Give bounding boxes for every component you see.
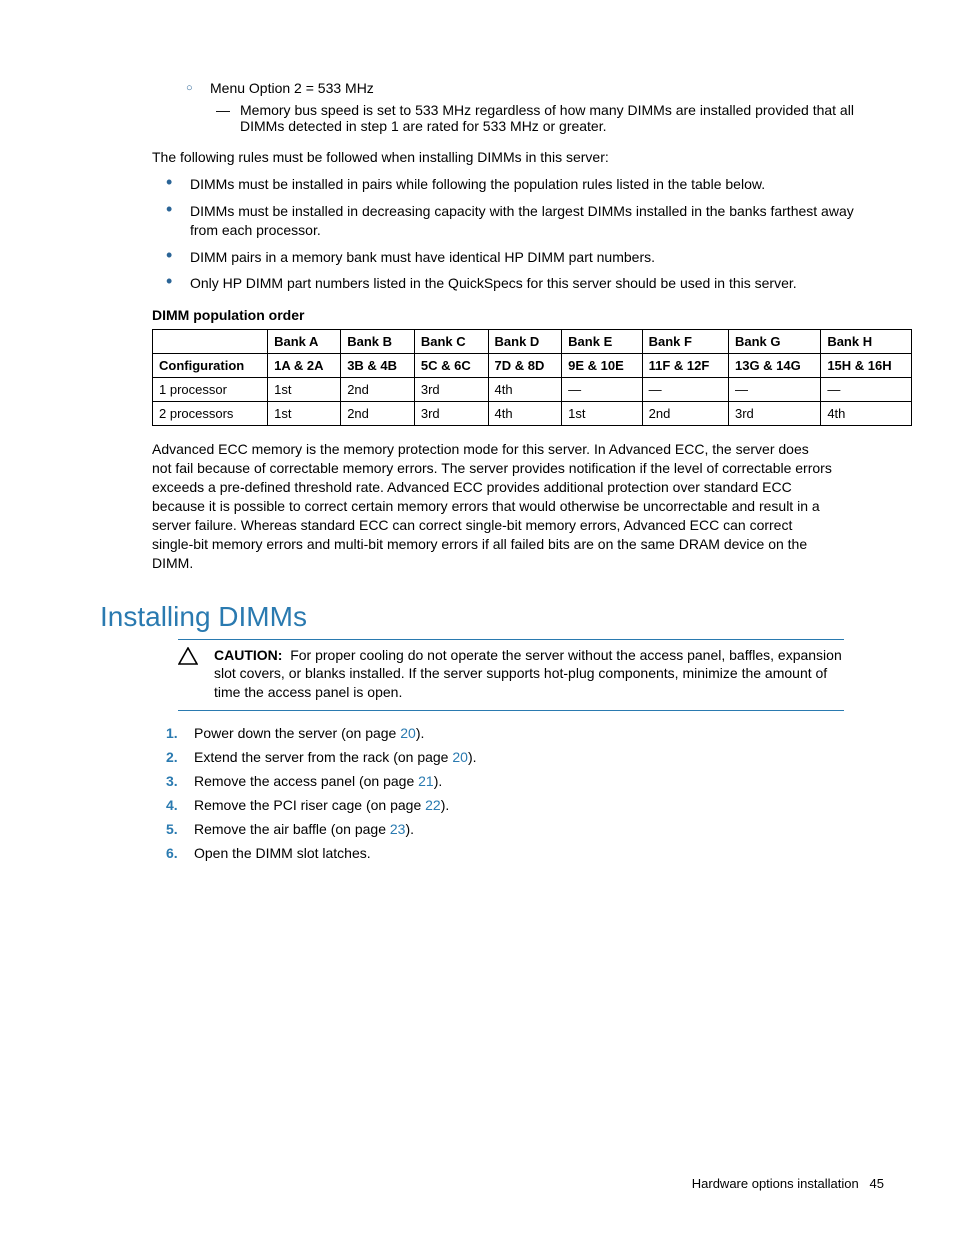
td: 1 processor [153, 378, 268, 402]
caution-text: CAUTION: For proper cooling do not opera… [214, 646, 844, 703]
table-header-row: Bank A Bank B Bank C Bank D Bank E Bank … [153, 330, 912, 354]
step-item: Extend the server from the rack (on page… [166, 749, 884, 765]
caution-icon [178, 646, 214, 703]
td: 3rd [414, 402, 488, 426]
th: Bank H [821, 330, 912, 354]
section-heading-installing-dimms: Installing DIMMs [100, 601, 884, 633]
step-text: Extend the server from the rack (on page [194, 749, 452, 765]
th: 1A & 2A [268, 354, 341, 378]
th: 7D & 8D [488, 354, 562, 378]
th: Bank D [488, 330, 562, 354]
sub-bullet-menu-option: Menu Option 2 = 533 MHz [210, 80, 884, 96]
step-text: ). [434, 773, 443, 789]
th: Bank B [341, 330, 415, 354]
table-row: 1 processor 1st 2nd 3rd 4th — — — — [153, 378, 912, 402]
step-text: Open the DIMM slot latches. [194, 845, 371, 861]
th: Bank F [642, 330, 728, 354]
rules-list: DIMMs must be installed in pairs while f… [190, 175, 884, 293]
td: — [642, 378, 728, 402]
step-text: Remove the PCI riser cage (on page [194, 797, 425, 813]
th: 15H & 16H [821, 354, 912, 378]
page-footer: Hardware options installation 45 [692, 1176, 884, 1191]
rule-item: DIMM pairs in a memory bank must have id… [190, 248, 884, 267]
step-text: Remove the access panel (on page [194, 773, 418, 789]
page-link[interactable]: 22 [425, 797, 441, 813]
text: Menu Option 2 = 533 MHz [210, 80, 374, 96]
page-link[interactable]: 20 [452, 749, 468, 765]
table-row: 2 processors 1st 2nd 3rd 4th 1st 2nd 3rd… [153, 402, 912, 426]
ecc-paragraph: Advanced ECC memory is the memory protec… [152, 440, 832, 572]
rules-intro: The following rules must be followed whe… [152, 148, 884, 167]
td: — [821, 378, 912, 402]
td: 1st [268, 402, 341, 426]
th: 9E & 10E [562, 354, 642, 378]
th: 3B & 4B [341, 354, 415, 378]
dimm-population-table: Bank A Bank B Bank C Bank D Bank E Bank … [152, 329, 912, 426]
td: — [562, 378, 642, 402]
th: Bank G [729, 330, 821, 354]
th: Bank C [414, 330, 488, 354]
step-text: ). [441, 797, 450, 813]
text: Memory bus speed is set to 533 MHz regar… [240, 102, 854, 134]
footer-section: Hardware options installation [692, 1176, 859, 1191]
rule-item: DIMMs must be installed in decreasing ca… [190, 202, 884, 240]
td: 2nd [341, 378, 415, 402]
caution-body: For proper cooling do not operate the se… [214, 647, 842, 701]
table-title: DIMM population order [152, 307, 884, 323]
th: 11F & 12F [642, 354, 728, 378]
step-text: Power down the server (on page [194, 725, 400, 741]
page-link[interactable]: 23 [390, 821, 406, 837]
caution-label: CAUTION: [214, 647, 282, 663]
step-item: Remove the access panel (on page 21). [166, 773, 884, 789]
footer-page-number: 45 [870, 1176, 884, 1191]
step-text: ). [468, 749, 477, 765]
step-text: Remove the air baffle (on page [194, 821, 390, 837]
table-header-row: Configuration 1A & 2A 3B & 4B 5C & 6C 7D… [153, 354, 912, 378]
td: — [729, 378, 821, 402]
step-text: ). [416, 725, 425, 741]
step-item: Remove the PCI riser cage (on page 22). [166, 797, 884, 813]
td: 2nd [642, 402, 728, 426]
td: 1st [562, 402, 642, 426]
caution-block: CAUTION: For proper cooling do not opera… [178, 639, 844, 712]
th: Configuration [153, 354, 268, 378]
rule-item: DIMMs must be installed in pairs while f… [190, 175, 884, 194]
th: 13G & 14G [729, 354, 821, 378]
th: Bank A [268, 330, 341, 354]
sub-sub-bullet-detail: Memory bus speed is set to 533 MHz regar… [240, 102, 884, 134]
page-link[interactable]: 21 [418, 773, 434, 789]
step-item: Remove the air baffle (on page 23). [166, 821, 884, 837]
td: 4th [821, 402, 912, 426]
step-item: Open the DIMM slot latches. [166, 845, 884, 861]
th: Bank E [562, 330, 642, 354]
td: 3rd [414, 378, 488, 402]
step-text: ). [405, 821, 414, 837]
td: 4th [488, 378, 562, 402]
step-item: Power down the server (on page 20). [166, 725, 884, 741]
td: 4th [488, 402, 562, 426]
td: 2nd [341, 402, 415, 426]
steps-list: Power down the server (on page 20). Exte… [166, 725, 884, 861]
page-link[interactable]: 20 [400, 725, 416, 741]
th [153, 330, 268, 354]
document-page: Menu Option 2 = 533 MHz Memory bus speed… [0, 0, 954, 1235]
rule-item: Only HP DIMM part numbers listed in the … [190, 274, 884, 293]
th: 5C & 6C [414, 354, 488, 378]
td: 1st [268, 378, 341, 402]
td: 2 processors [153, 402, 268, 426]
td: 3rd [729, 402, 821, 426]
